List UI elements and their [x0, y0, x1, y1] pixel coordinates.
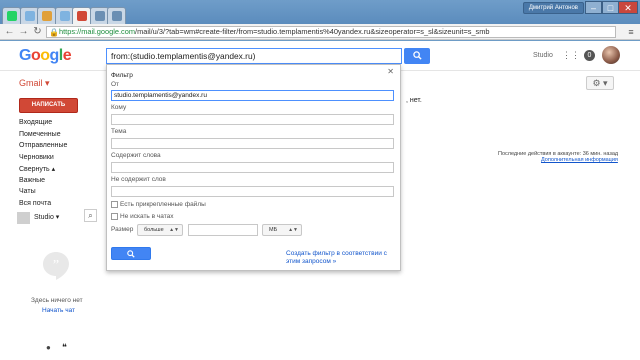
search-icon — [412, 51, 422, 60]
svg-text:”: ” — [53, 258, 59, 273]
close-window-button[interactable]: ✕ — [618, 1, 638, 14]
sidebar-label[interactable]: Чаты — [19, 188, 67, 200]
url-path: /mail/u/3/?tab=wm#create-filter/from=stu… — [135, 27, 490, 36]
account-name[interactable]: Studio — [533, 52, 553, 59]
logo-letter: G — [19, 47, 31, 64]
more-info-link[interactable]: Дополнительная информация — [541, 157, 618, 163]
browser-tab[interactable] — [37, 7, 56, 24]
profile-badge[interactable]: Дмитрий Антонов — [522, 2, 584, 14]
browser-tab[interactable] — [19, 7, 39, 24]
browser-tab[interactable] — [72, 7, 91, 24]
no-words-field[interactable] — [111, 186, 394, 197]
avatar[interactable] — [602, 46, 620, 64]
chat-footer: ● ❝ — [40, 341, 80, 355]
label-list: Входящие Помеченные Отправленные Черновики С… — [19, 119, 67, 211]
whatsapp-icon — [7, 11, 17, 21]
notifications-icon[interactable]: 0 — [584, 50, 595, 61]
browser-tab[interactable] — [107, 7, 126, 24]
address-bar[interactable]: 🔒 https://mail.google.com/mail/u/3/?tab=… — [46, 26, 616, 38]
hangouts-small-icon[interactable]: ❝ — [62, 342, 67, 353]
filter-search-button[interactable] — [111, 247, 151, 260]
search-icon — [127, 250, 135, 258]
no-words-label: Не содержит слов — [111, 176, 166, 183]
to-label: Кому — [111, 104, 127, 111]
size-unit-value: МБ — [269, 227, 278, 233]
gmail-icon — [77, 11, 87, 21]
sidebar-label[interactable]: Важные — [19, 177, 67, 189]
sidebar-label[interactable]: Вся почта — [19, 200, 67, 212]
size-unit-select[interactable]: МБ ▲▼ — [262, 224, 302, 236]
compose-button[interactable]: НАПИСАТЬ — [19, 98, 78, 113]
exclude-chats-label: Не искать в чатах — [120, 213, 174, 220]
browser-tab[interactable] — [89, 7, 109, 24]
google-logo[interactable]: Google — [19, 47, 72, 65]
size-label: Размер — [111, 226, 134, 233]
person-icon[interactable]: ● — [46, 343, 51, 352]
close-icon[interactable]: ✕ — [387, 67, 394, 76]
browser-window: Дмитрий Антонов – □ ✕ ← → ↻ 🔒 https://ma… — [0, 0, 640, 360]
url-scheme: https:// — [59, 27, 82, 36]
filter-title: Фильтр — [111, 72, 133, 79]
hangouts-icon: ” — [43, 252, 69, 280]
forward-icon[interactable]: → — [18, 26, 29, 37]
start-chat-link[interactable]: Начать чат — [42, 307, 75, 314]
apps-grid-icon[interactable]: ⋮⋮ — [562, 50, 580, 60]
tab-icon — [24, 11, 35, 21]
from-field[interactable]: studio.templamentis@yandex.ru — [111, 90, 394, 101]
logo-letter: g — [49, 47, 60, 64]
reload-icon[interactable]: ↻ — [32, 26, 43, 37]
settings-gear-icon[interactable]: ⚙ ▾ — [586, 76, 614, 90]
has-attachment-checkbox[interactable] — [111, 201, 118, 208]
gmail-app-switcher[interactable]: Gmail ▾ — [19, 78, 50, 89]
from-label: От — [111, 81, 120, 88]
has-words-field[interactable] — [111, 162, 394, 173]
chat-avatar — [17, 212, 30, 224]
browser-tab[interactable] — [54, 7, 74, 24]
browser-toolbar: ← → ↻ 🔒 https://mail.google.com/mail/u/3… — [0, 24, 640, 40]
sidebar-label[interactable]: Свернуть ▴ — [19, 165, 67, 177]
chat-search-icon[interactable]: ⌕ — [84, 209, 97, 222]
lock-icon: 🔒 — [49, 28, 59, 37]
subject-label: Тема — [111, 128, 127, 135]
browser-tab[interactable] — [2, 7, 21, 24]
exclude-chats-checkbox[interactable] — [111, 213, 118, 220]
sidebar-label[interactable]: Отправленные — [19, 142, 67, 154]
sidebar-label[interactable]: Помеченные — [19, 131, 67, 143]
tab-icon — [59, 11, 70, 21]
chevron-down-icon: ▲▼ — [288, 227, 298, 233]
filter-dialog: ✕ Фильтр От studio.templamentis@yandex.r… — [106, 64, 401, 271]
sidebar-label[interactable]: Черновики — [19, 154, 67, 166]
chrome-menu-icon[interactable]: ≡ — [626, 27, 636, 37]
has-words-label: Содержит слова — [111, 152, 161, 159]
chevron-down-icon: ▲▼ — [169, 227, 179, 233]
minimize-button[interactable]: – — [585, 1, 602, 14]
search-input[interactable]: from:(studio.templamentis@yandex.ru) — [106, 48, 402, 64]
search-button[interactable] — [404, 48, 430, 64]
maximize-button[interactable]: □ — [602, 1, 619, 14]
has-attachment-label: Есть прикрепленные файлы — [120, 201, 206, 208]
tab-icon — [94, 11, 105, 21]
logo-letter: o — [40, 47, 50, 64]
create-filter-link[interactable]: Создать фильтр в соответствии с этим зап… — [286, 250, 396, 266]
message-fragment: , нет. — [406, 97, 422, 104]
sidebar-label[interactable]: Входящие — [19, 119, 67, 131]
tab-strip: Дмитрий Антонов – □ ✕ — [0, 0, 640, 24]
to-field[interactable] — [111, 114, 394, 125]
logo-letter: e — [62, 47, 72, 64]
subject-field[interactable] — [111, 138, 394, 149]
tab-icon — [112, 11, 122, 21]
tab-icon — [42, 11, 52, 21]
logo-letter: o — [30, 47, 41, 64]
size-value-field[interactable] — [188, 224, 258, 236]
url-host: mail.google.com — [81, 27, 136, 36]
gmail-page: Google from:(studio.templamentis@yandex.… — [0, 41, 640, 360]
size-operator-value: больше — [144, 227, 164, 233]
size-operator-select[interactable]: больше ▲▼ — [137, 224, 183, 236]
back-icon[interactable]: ← — [4, 26, 15, 37]
no-chats-text: Здесь ничего нет — [31, 297, 83, 304]
chat-user-name[interactable]: Studio ▾ — [34, 213, 59, 221]
